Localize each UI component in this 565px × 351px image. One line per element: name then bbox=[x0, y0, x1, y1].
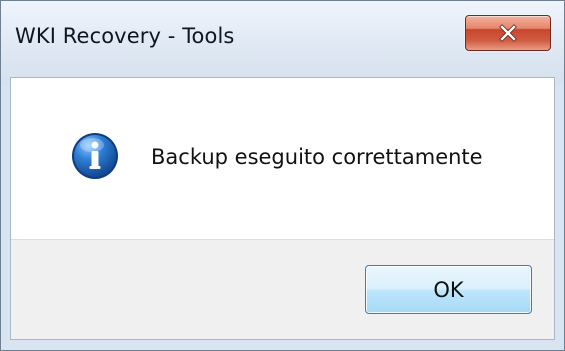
button-bar: OK bbox=[11, 239, 554, 339]
dialog-window: WKI Recovery - Tools Backup eseguito cor… bbox=[0, 0, 565, 351]
dialog-content: Backup eseguito correttamente OK bbox=[10, 77, 555, 340]
window-title: WKI Recovery - Tools bbox=[15, 24, 235, 48]
info-icon bbox=[72, 133, 118, 179]
message-text: Backup eseguito correttamente bbox=[151, 145, 483, 169]
close-button[interactable] bbox=[465, 15, 551, 51]
ok-button[interactable]: OK bbox=[365, 265, 532, 314]
close-icon bbox=[499, 24, 517, 42]
message-area: Backup eseguito correttamente bbox=[11, 78, 554, 242]
